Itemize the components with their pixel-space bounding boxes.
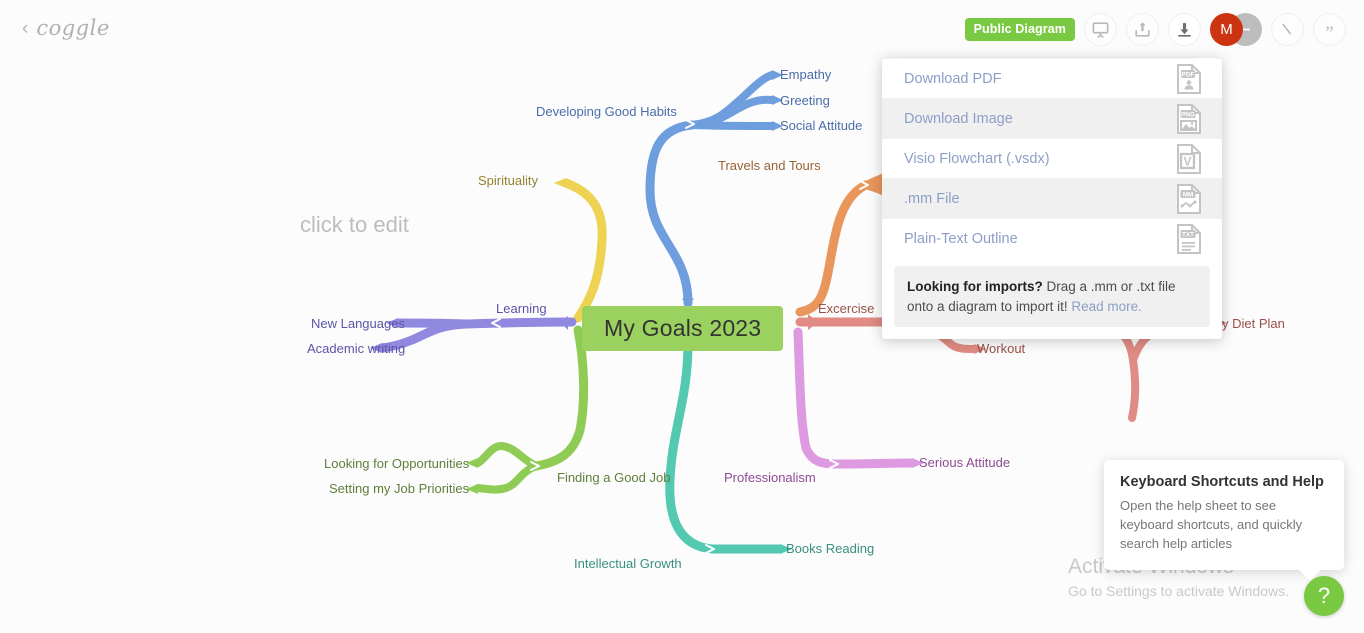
click-to-edit-placeholder[interactable]: click to edit (300, 212, 409, 238)
menu-item-label: Visio Flowchart (.vsdx) (904, 150, 1050, 167)
node-social-attitude[interactable]: Social Attitude (780, 119, 862, 132)
node-finding-a-good-job[interactable]: Finding a Good Job (557, 471, 670, 484)
menu-item-plain-text-outline[interactable]: Plain-Text Outline TXT (882, 218, 1222, 258)
menu-item-label: Download PDF (904, 70, 1002, 87)
node-healthy-diet-plan[interactable]: y Diet Plan (1222, 317, 1285, 330)
menu-item-label: .mm File (904, 190, 960, 207)
download-button[interactable] (1168, 13, 1201, 46)
node-setting-my-job-priorities[interactable]: Setting my Job Priorities (329, 482, 469, 495)
svg-text:V: V (1183, 154, 1191, 168)
node-excercise[interactable]: Excercise (818, 302, 874, 315)
help-tooltip-body: Open the help sheet to see keyboard shor… (1120, 498, 1303, 551)
node-looking-for-opportunities[interactable]: Looking for Opportunities (324, 457, 469, 470)
node-books-reading[interactable]: Books Reading (786, 542, 874, 555)
presentation-icon (1091, 20, 1110, 39)
menu-item-mm-file[interactable]: .mm File MM (882, 178, 1222, 218)
svg-text:TXT: TXT (1182, 231, 1194, 238)
dropdown-caret (1194, 58, 1216, 59)
help-button[interactable]: ? (1304, 576, 1344, 616)
comments-button[interactable]: ” (1313, 13, 1346, 46)
node-spirituality[interactable]: Spirituality (478, 174, 538, 187)
pdf-file-icon: PDF (1174, 63, 1204, 95)
node-academic-writing[interactable]: Academic writing (307, 342, 405, 355)
svg-text:PDF: PDF (1182, 71, 1195, 78)
coggle-app: click to edit My Goals 2023 Developing G… (0, 0, 1364, 633)
svg-text:PNG: PNG (1181, 111, 1195, 118)
visio-file-icon: V (1174, 143, 1204, 175)
collaborator-avatars[interactable]: M (1210, 13, 1262, 46)
upload-icon (1133, 20, 1152, 39)
brand-home-link[interactable]: ‹ coggle (22, 16, 110, 40)
pen-icon (1279, 21, 1296, 38)
node-empathy[interactable]: Empathy (780, 68, 831, 81)
share-upload-button[interactable] (1126, 13, 1159, 46)
toolbar-actions: Public Diagram M ” (964, 13, 1346, 46)
node-intellectual-growth[interactable]: Intellectual Growth (574, 557, 682, 570)
drawing-button[interactable] (1271, 13, 1304, 46)
node-workout[interactable]: Workout (977, 342, 1025, 355)
avatar-owner[interactable]: M (1210, 13, 1243, 46)
menu-item-label: Download Image (904, 110, 1013, 127)
mm-file-icon: MM (1174, 183, 1204, 215)
menu-item-label: Plain-Text Outline (904, 230, 1018, 247)
node-greeting[interactable]: Greeting (780, 94, 830, 107)
menu-item-visio-flowchart[interactable]: Visio Flowchart (.vsdx) V (882, 138, 1222, 178)
help-tooltip-title: Keyboard Shortcuts and Help (1120, 474, 1324, 490)
node-professionalism[interactable]: Professionalism (724, 471, 816, 484)
menu-item-download-pdf[interactable]: Download PDF PDF (882, 58, 1222, 98)
coggle-wordmark: coggle (36, 16, 110, 40)
node-developing-good-habits[interactable]: Developing Good Habits (536, 105, 677, 118)
download-icon (1175, 20, 1194, 39)
node-learning[interactable]: Learning (496, 302, 547, 315)
read-more-link[interactable]: Read more. (1071, 299, 1142, 314)
node-travels-and-tours[interactable]: Travels and Tours (718, 159, 821, 172)
presentation-button[interactable] (1084, 13, 1117, 46)
txt-file-icon: TXT (1174, 223, 1204, 255)
node-new-languages[interactable]: New Languages (311, 317, 405, 330)
download-dropdown-menu[interactable]: Download PDF PDF Download Image PNG Visi… (882, 58, 1222, 340)
png-file-icon: PNG (1174, 103, 1204, 135)
svg-text:MM: MM (1183, 191, 1194, 198)
chevron-left-icon: ‹ (22, 17, 29, 39)
help-tooltip: Keyboard Shortcuts and Help Open the hel… (1104, 460, 1344, 581)
status-badge-public-diagram[interactable]: Public Diagram (964, 18, 1075, 41)
mindmap-central-node[interactable]: My Goals 2023 (582, 306, 784, 351)
import-hint: Looking for imports? Drag a .mm or .txt … (894, 266, 1210, 328)
menu-item-download-image[interactable]: Download Image PNG (882, 98, 1222, 138)
import-hint-strong: Looking for imports? (907, 279, 1043, 294)
node-serious-attitude[interactable]: Serious Attitude (919, 456, 1010, 469)
